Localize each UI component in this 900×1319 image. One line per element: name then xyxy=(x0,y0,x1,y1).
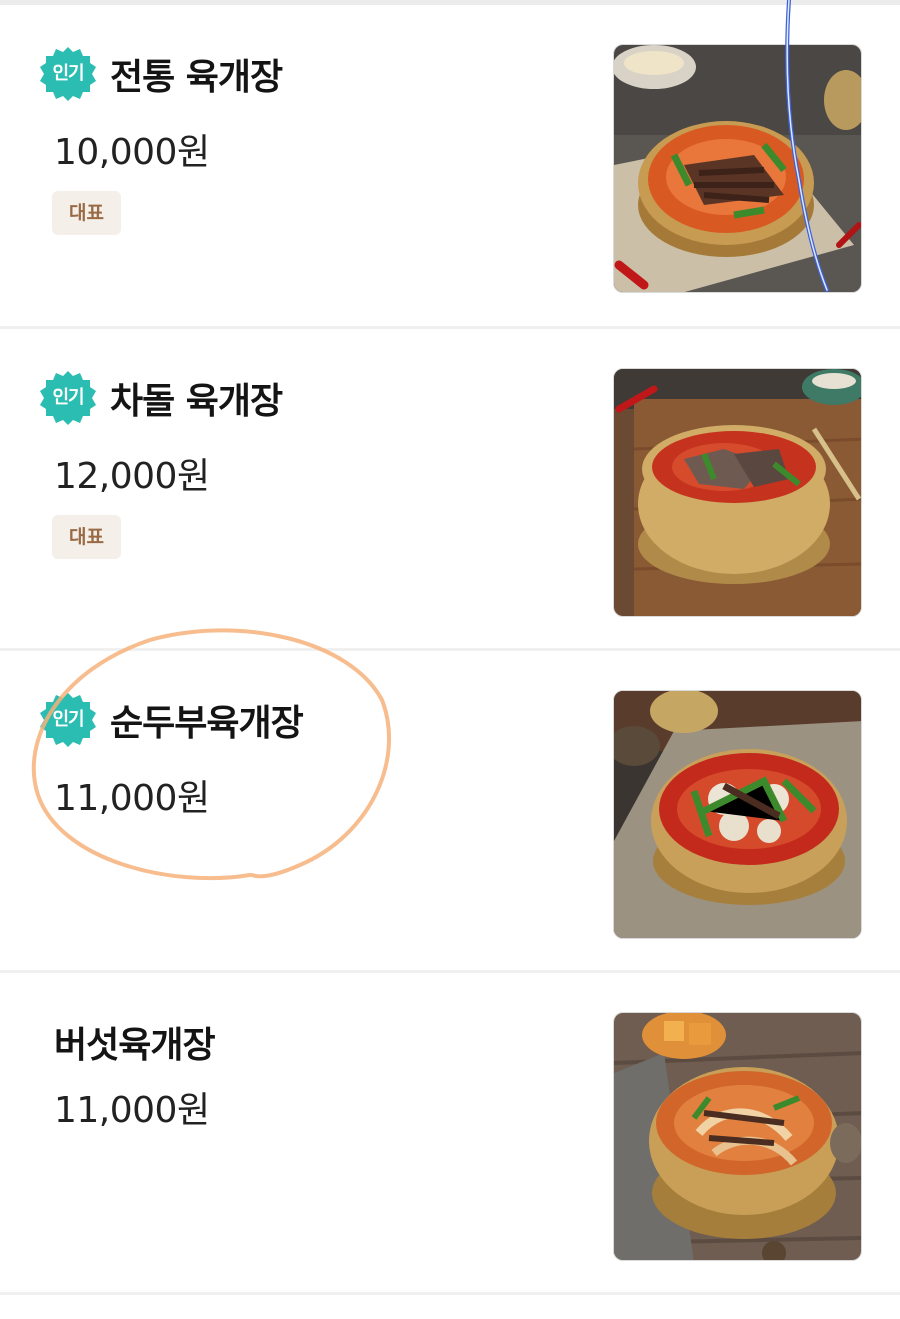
signature-tag: 대표 xyxy=(52,515,121,559)
popular-badge: 인기 xyxy=(40,46,96,102)
menu-item[interactable]: 버섯육개장 11,000원 xyxy=(0,973,900,1295)
popular-badge: 인기 xyxy=(40,370,96,426)
menu-item[interactable]: 인기 순두부육개장 11,000원 xyxy=(0,651,900,973)
item-photo[interactable] xyxy=(613,368,862,617)
menu-list: 인기 전통 육개장 10,000원 대표 인기 차돌 육개장 12,000원 대… xyxy=(0,5,900,1295)
sundubu-yukgaejang-bowl-photo-icon xyxy=(614,691,861,938)
menu-item[interactable]: 인기 전통 육개장 10,000원 대표 xyxy=(0,5,900,329)
item-name: 버섯육개장 xyxy=(54,1025,216,1066)
item-title-row: 인기 차돌 육개장 xyxy=(40,369,283,427)
chadol-yukgaejang-bowl-photo-icon xyxy=(614,369,861,616)
item-title-row: 버섯육개장 xyxy=(54,1013,216,1071)
popular-badge-label: 인기 xyxy=(52,709,84,730)
item-price: 10,000원 xyxy=(54,132,210,173)
item-price: 12,000원 xyxy=(54,456,210,497)
menu-item[interactable]: 인기 차돌 육개장 12,000원 대표 xyxy=(0,329,900,651)
popular-badge-label: 인기 xyxy=(52,63,84,84)
item-title-row: 인기 순두부육개장 xyxy=(40,691,304,749)
item-price: 11,000원 xyxy=(54,1090,210,1131)
item-price: 11,000원 xyxy=(54,778,210,819)
popular-badge-label: 인기 xyxy=(52,387,84,408)
popular-badge: 인기 xyxy=(40,692,96,748)
signature-tag: 대표 xyxy=(52,191,121,235)
item-name: 차돌 육개장 xyxy=(110,381,283,422)
item-photo[interactable] xyxy=(613,690,862,939)
mushroom-yukgaejang-bowl-photo-icon xyxy=(614,1013,861,1260)
item-photo[interactable] xyxy=(613,1012,862,1261)
item-photo[interactable] xyxy=(613,44,862,293)
item-name: 순두부육개장 xyxy=(110,703,304,744)
item-title-row: 인기 전통 육개장 xyxy=(40,45,283,103)
yukgaejang-bowl-photo-icon xyxy=(614,45,861,292)
item-name: 전통 육개장 xyxy=(110,57,283,98)
